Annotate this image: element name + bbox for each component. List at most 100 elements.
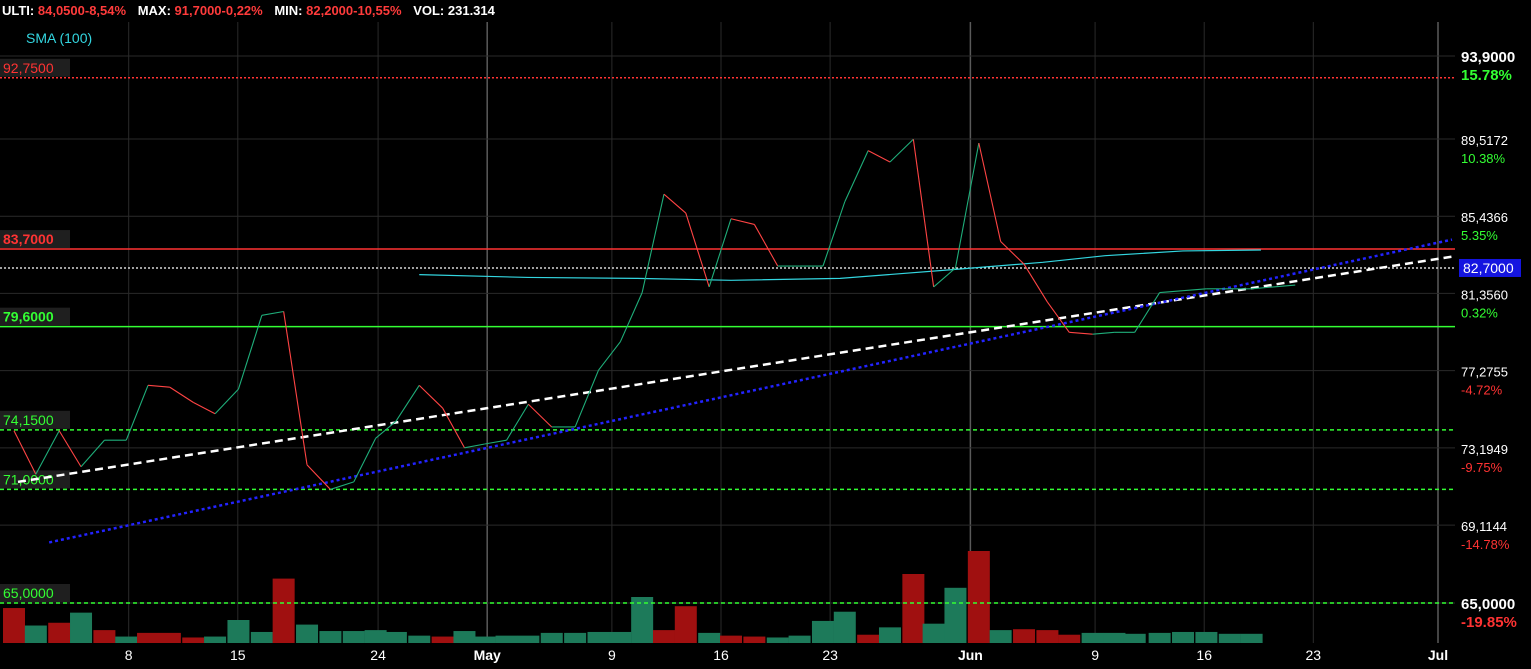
price-chart[interactable]: 92,7500 83,7000 79,6000 74,1500 71,0000 65,00… <box>0 0 1531 669</box>
x-tick-label: 23 <box>822 647 838 663</box>
volume-bar <box>204 636 227 643</box>
volume-bar <box>517 635 540 643</box>
y-pct-label: -14.78% <box>1461 537 1510 552</box>
price-segment <box>730 218 755 225</box>
price-segment <box>80 439 105 468</box>
price-segment <box>125 385 149 441</box>
price-segment <box>1273 284 1296 288</box>
volume-bar <box>1148 632 1171 643</box>
volume-bar <box>495 635 518 643</box>
volume-bar <box>3 608 25 643</box>
y-pct-label: -4.72% <box>1461 383 1503 398</box>
grid <box>0 22 1455 643</box>
x-axis: 8 15 24 May 9 16 23 Jun 9 16 23 Jul <box>125 647 1448 663</box>
volume-bar <box>227 620 250 643</box>
price-segment <box>353 438 377 483</box>
y-axis: 93,900015.78% 89,5172 10.38% 85,4366 5.35% 81… <box>1459 49 1521 631</box>
volume-bar <box>272 578 295 643</box>
volume-bar <box>384 631 407 643</box>
price-segment <box>844 150 869 202</box>
volume-bar <box>137 632 160 643</box>
level-label: 74,1500 <box>3 412 54 428</box>
price-segment <box>261 310 284 316</box>
level-label: 79,6000 <box>3 309 54 325</box>
volume-bar <box>473 636 496 643</box>
series <box>13 138 1296 490</box>
volume-bar <box>967 551 990 643</box>
price-segment <box>192 401 216 415</box>
level-label: 65,0000 <box>3 585 54 601</box>
x-tick-label: 15 <box>230 647 246 663</box>
x-tick-label: Jul <box>1428 647 1448 663</box>
x-tick-label: 9 <box>1091 647 1099 663</box>
volume-bar <box>24 625 47 643</box>
volume-bar <box>944 587 967 643</box>
volume-bar <box>609 631 632 643</box>
price-segment <box>978 142 1002 242</box>
y-pct-label: -9.75% <box>1461 460 1503 475</box>
volume-bar <box>587 631 610 643</box>
volume-bar <box>766 637 789 643</box>
price-segment <box>527 403 553 428</box>
volume-bar <box>1218 633 1241 643</box>
volume-bar <box>811 620 834 643</box>
trend-lines <box>17 238 1453 544</box>
price-segment <box>619 292 643 343</box>
volume-bar <box>902 574 925 643</box>
price-segment <box>822 201 846 267</box>
price-segment <box>1159 290 1184 294</box>
volume-bar <box>342 631 365 643</box>
volume-bar <box>1123 633 1146 643</box>
y-tick-label: 81,3560 <box>1461 287 1508 302</box>
price-segment <box>867 150 891 163</box>
price-levels: 92,7500 83,7000 79,6000 74,1500 71,0000 65,00… <box>0 58 1455 604</box>
y-tick-label: 93,9000 <box>1461 49 1515 66</box>
price-segment <box>708 218 732 288</box>
volume-bar <box>698 632 721 643</box>
price-segment <box>753 224 779 267</box>
volume-bar <box>878 627 901 643</box>
price-segment <box>574 369 600 428</box>
volume-bar <box>1058 634 1081 643</box>
volume-bar <box>431 636 454 643</box>
volume-bar <box>453 631 476 643</box>
y-tick-label: 77,2755 <box>1461 365 1508 380</box>
volume-bar <box>540 632 563 643</box>
x-tick-label: 16 <box>1196 647 1212 663</box>
volume-bar <box>319 631 342 643</box>
price-segment <box>214 388 239 415</box>
volume-bar <box>1172 631 1195 643</box>
volume-bar <box>1195 631 1218 643</box>
x-tick-label: May <box>474 647 501 663</box>
volume-bar <box>48 622 71 643</box>
volume-bar <box>182 637 205 643</box>
current-price-label: 82,7000 <box>1463 260 1514 276</box>
y-pct-label: 15.78% <box>1461 67 1512 84</box>
x-tick-label: 8 <box>125 647 133 663</box>
y-tick-label: 65,0000 <box>1461 596 1515 613</box>
level-label: 71,0000 <box>3 471 54 487</box>
volume-bar <box>857 634 880 643</box>
volume-bar <box>408 635 431 643</box>
price-segment <box>58 430 82 468</box>
price-segment <box>283 311 308 465</box>
sma-line <box>419 249 1261 281</box>
price-segment <box>330 481 354 490</box>
volume-bar <box>833 611 856 643</box>
volume-bar <box>364 630 387 643</box>
volume-bar <box>1103 632 1126 643</box>
price-segment <box>395 385 420 422</box>
volume-bar <box>989 630 1012 643</box>
y-pct-label: 5.35% <box>1461 228 1498 243</box>
price-segment <box>418 384 444 409</box>
x-tick-label: 16 <box>713 647 729 663</box>
x-tick-label: 9 <box>608 647 616 663</box>
volume-bar <box>1240 633 1263 643</box>
price-segment <box>889 138 914 163</box>
volume-bar <box>115 636 138 643</box>
volume-bar <box>631 597 654 643</box>
y-pct-label: 10.38% <box>1461 151 1506 166</box>
volume-bar <box>720 635 742 643</box>
level-label: 83,7000 <box>3 231 54 247</box>
volume-bar <box>674 606 697 643</box>
